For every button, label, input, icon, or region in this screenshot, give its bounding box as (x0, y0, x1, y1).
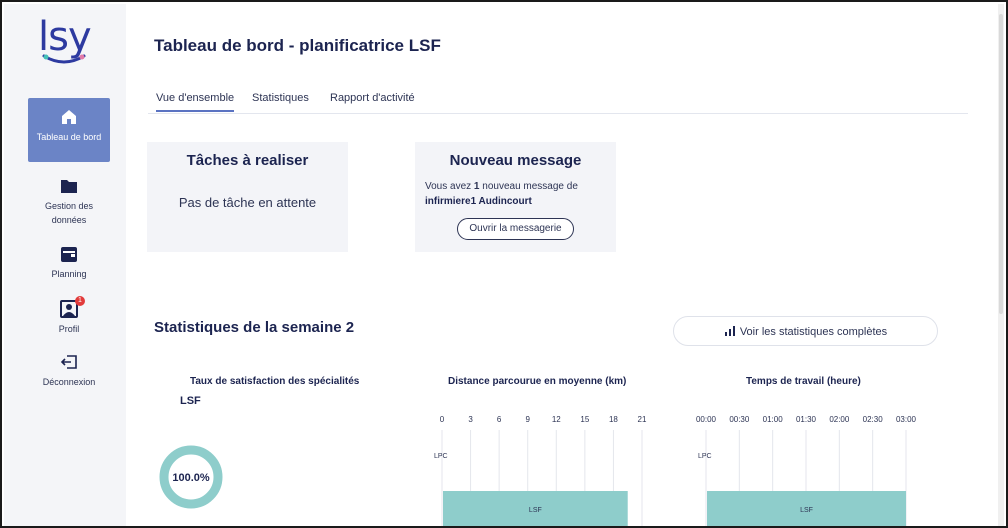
tab-activity-report[interactable]: Rapport d'activité (330, 92, 415, 104)
x-tick-label: 3 (468, 415, 473, 424)
app-window: lsy Tableau de bord Gestion des données (0, 0, 1008, 528)
home-icon (59, 108, 79, 126)
tasks-card: Tâches à realiser Pas de tâche en attent… (147, 142, 348, 252)
sidebar-item-logout[interactable]: Déconnexion (28, 353, 110, 389)
logout-icon (59, 353, 79, 371)
sidebar-item-label: Tableau de bord (36, 132, 102, 142)
folder-icon (59, 177, 79, 195)
message-card-text: Vous avez 1 nouveau message de (425, 181, 578, 192)
tasks-card-empty-text: Pas de tâche en attente (178, 195, 317, 210)
message-card: Nouveau message Vous avez 1 nouveau mess… (415, 142, 616, 252)
full-stats-button-label: Voir les statistiques complètes (739, 326, 888, 338)
profile-icon: 1 (59, 296, 85, 318)
sidebar-item-label: Déconnexion (42, 377, 96, 387)
y-category-label: LPC (698, 453, 712, 460)
x-tick-label: 12 (552, 415, 561, 424)
notification-badge: 1 (75, 296, 85, 306)
tasks-card-title: Tâches à realiser (186, 152, 309, 169)
x-tick-label: 0 (440, 415, 445, 424)
x-tick-label: 00:00 (696, 415, 717, 424)
x-tick-label: 9 (525, 415, 530, 424)
x-tick-label: 02:30 (863, 415, 884, 424)
x-tick-label: 00:30 (729, 415, 750, 424)
x-tick-label: 01:30 (796, 415, 817, 424)
sidebar-item-dashboard[interactable]: Tableau de bord (28, 98, 110, 162)
message-card-title: Nouveau message (449, 152, 582, 169)
page-title: Tableau de bord - planificatrice LSF (154, 36, 441, 55)
weekly-stats-title: Statistiques de la semaine 2 (154, 319, 355, 336)
logo-smile-icon (42, 54, 86, 64)
x-tick-label: 15 (580, 415, 589, 424)
x-tick-label: 6 (497, 415, 502, 424)
sidebar-item-data[interactable]: Gestion des données (28, 177, 110, 227)
app-logo[interactable]: lsy (38, 14, 102, 70)
chart-subtitle-satisfaction: LSF (180, 395, 201, 407)
vertical-scrollbar[interactable] (998, 4, 1004, 526)
tab-overview[interactable]: Vue d'ensemble (156, 92, 235, 112)
full-stats-button[interactable]: Voir les statistiques complètes (673, 316, 938, 346)
calendar-icon (59, 245, 79, 263)
worktime-bar-chart: 00:00 00:30 01:00 01:30 02:00 02:30 03:00 LPC LS… (696, 415, 917, 526)
bar-chart-icon (724, 326, 735, 336)
sidebar-item-label: Gestion des données (44, 201, 94, 225)
x-tick-label: 01:00 (763, 415, 784, 424)
sidebar-item-profile[interactable]: 1 Profil (28, 296, 110, 336)
bar-label: LSF (529, 507, 542, 514)
x-tick-label: 21 (638, 415, 647, 424)
sidebar-item-label: Profil (58, 324, 80, 334)
distance-bar-chart: 0 3 6 9 12 15 18 21 LPC LSF (434, 415, 647, 526)
message-sender: infirmiere1 Audincourt (425, 196, 532, 207)
sidebar-item-label: Planning (51, 269, 87, 279)
scrollbar-thumb[interactable] (999, 14, 1003, 314)
sidebar: lsy Tableau de bord Gestion des données (4, 4, 126, 526)
satisfaction-donut-chart: 100.0% (159, 445, 223, 509)
chart-title-worktime: Temps de travail (heure) (746, 376, 861, 387)
chart-title-satisfaction: Taux de satisfaction des spécialités (190, 376, 360, 387)
tab-statistics[interactable]: Statistiques (252, 92, 309, 104)
chart-title-distance: Distance parcourue en moyenne (km) (448, 376, 627, 387)
x-tick-label: 03:00 (896, 415, 917, 424)
x-tick-label: 18 (609, 415, 618, 424)
y-category-label: LPC (434, 453, 448, 460)
open-messaging-button[interactable]: Ouvrir la messagerie (457, 218, 574, 240)
donut-center-label: 100.0% (172, 472, 210, 484)
bar-label: LSF (800, 507, 813, 514)
tab-bar: Vue d'ensemble Statistiques Rapport d'ac… (148, 86, 968, 114)
x-tick-label: 02:00 (829, 415, 850, 424)
sidebar-item-planning[interactable]: Planning (28, 245, 110, 281)
